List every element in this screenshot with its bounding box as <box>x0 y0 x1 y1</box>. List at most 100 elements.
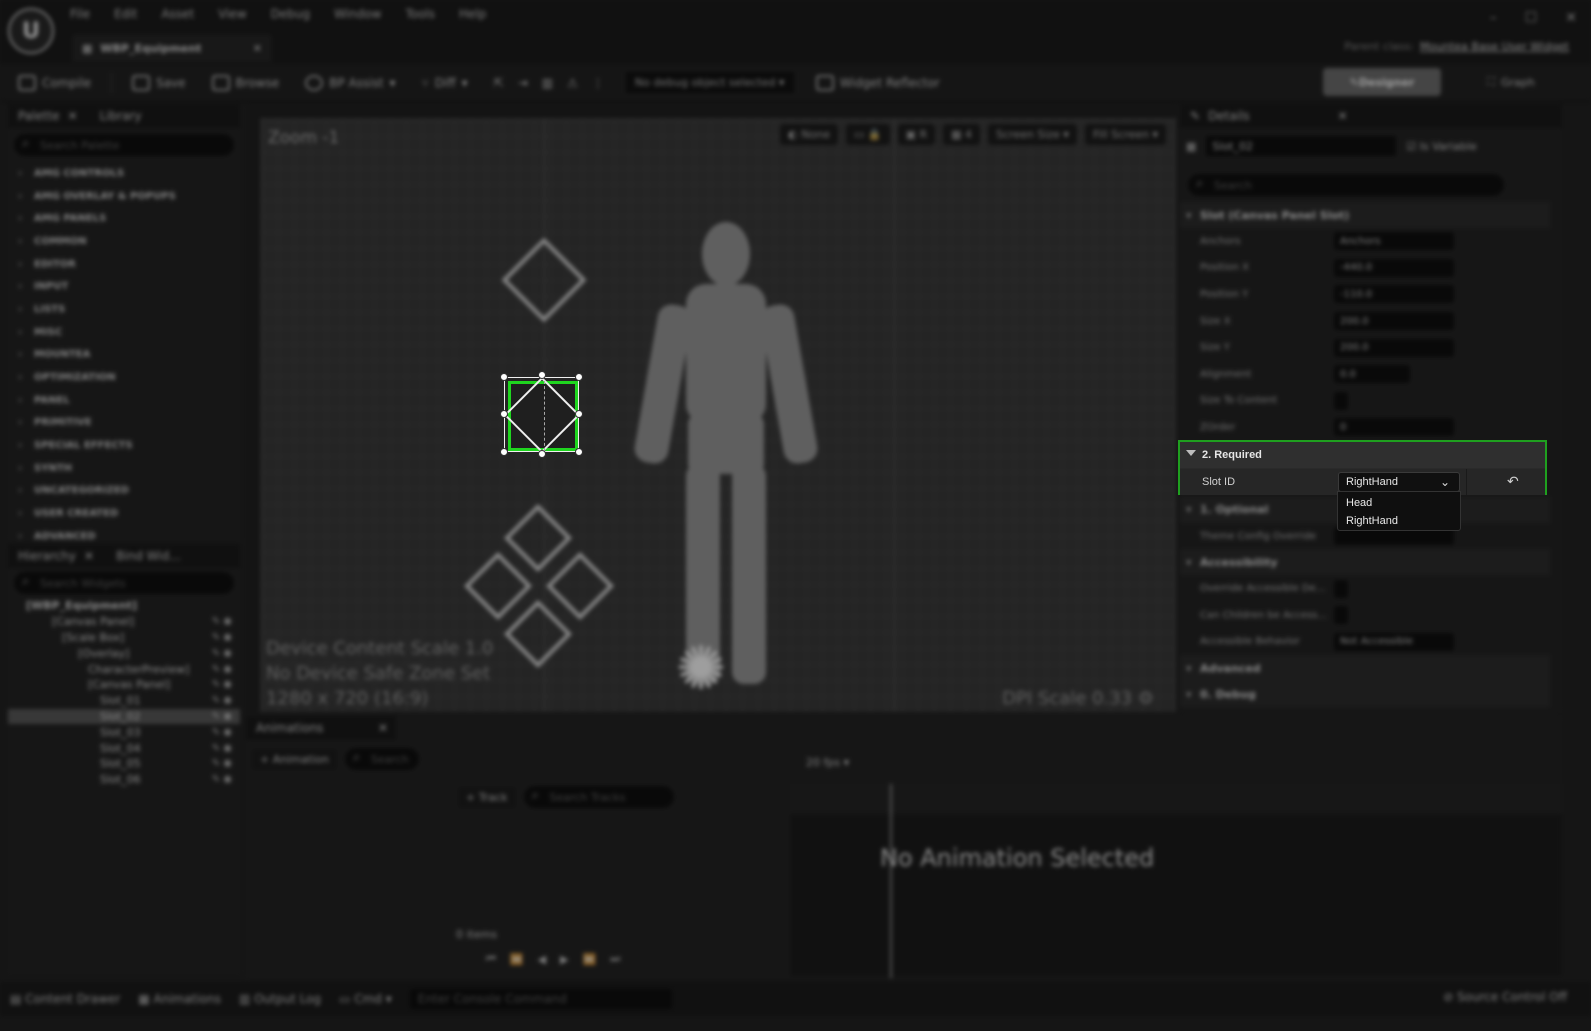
palette-category[interactable]: PRIMITIVE <box>8 412 230 435</box>
tree-item[interactable]: [WBP_Equipment] <box>8 598 240 614</box>
menu-view[interactable]: View <box>218 7 262 21</box>
close-tab-icon[interactable]: ✕ <box>253 42 262 55</box>
resize-handle[interactable] <box>575 448 583 456</box>
save-button[interactable]: Save <box>126 71 191 95</box>
output-log-button[interactable]: ▥ Output Log <box>239 992 321 1006</box>
prop-value[interactable]: 0 <box>1334 418 1454 437</box>
reset-to-default-icon[interactable]: ↶ <box>1507 474 1519 490</box>
cmd-select[interactable]: ▭ Cmd ▾ <box>339 992 392 1006</box>
animation-search-input[interactable]: Search <box>344 748 419 770</box>
prop-value[interactable]: Not Accessible <box>1334 632 1454 651</box>
prop-checkbox[interactable] <box>1334 391 1348 410</box>
content-drawer-button[interactable]: ▤ Content Drawer <box>10 992 120 1006</box>
tree-item[interactable]: Slot_03 ✎ ◉ <box>8 724 240 740</box>
play-icon[interactable]: ▶ <box>560 953 568 966</box>
tab-library[interactable]: Library <box>100 109 142 123</box>
palette-search-input[interactable]: Search Palette <box>14 134 234 156</box>
dropdown-option-head[interactable]: Head <box>1338 494 1460 512</box>
reverse-play-icon[interactable]: ◀ <box>538 953 546 966</box>
timeline-ruler[interactable] <box>790 784 1562 814</box>
palette-category[interactable]: MOUNTEA <box>8 344 230 367</box>
menu-debug[interactable]: Debug <box>271 7 326 21</box>
tab-palette[interactable]: Palette <box>18 109 60 123</box>
widget-name-field[interactable]: Slot_02 <box>1206 136 1397 156</box>
step-forward-icon[interactable]: ⏩ <box>583 953 597 966</box>
palette-category[interactable]: PANEL <box>8 389 230 412</box>
tree-item[interactable]: Slot_05 ✎ ◉ <box>8 756 240 772</box>
browse-button[interactable]: Browse <box>206 71 286 95</box>
palette-category[interactable]: COMMON <box>8 230 230 253</box>
track-search-input[interactable]: Search Tracks <box>523 786 674 808</box>
palette-category[interactable]: SYNTH <box>8 457 230 480</box>
animations-drawer-button[interactable]: ▦ Animations <box>138 992 221 1006</box>
palette-category[interactable]: EDITOR <box>8 253 230 276</box>
close-icon[interactable]: ✕ <box>68 109 78 123</box>
visibility-icon[interactable]: ✎ ◉ <box>212 695 232 706</box>
screen-icon[interactable]: ▣ R <box>897 124 936 145</box>
diff-button[interactable]: ⑂ Diff ▾ <box>416 72 474 94</box>
debug-object-select[interactable]: No debug object selected ▾ <box>623 70 796 95</box>
tree-item[interactable]: [Canvas Panel] ✎ ◉ <box>8 677 240 693</box>
grid-snap[interactable]: ▦ 4 <box>943 124 981 145</box>
tree-item[interactable]: Slot_06 ✎ ◉ <box>8 772 240 788</box>
prop-value[interactable]: 200.0 <box>1334 338 1454 357</box>
widget-reflector-button[interactable]: Widget Reflector <box>810 71 946 95</box>
palette-category[interactable]: AMG PANELS <box>8 207 230 230</box>
prop-checkbox[interactable] <box>1334 606 1348 625</box>
palette-category[interactable]: UNCATEGORIZED <box>8 480 230 503</box>
menu-asset[interactable]: Asset <box>161 7 210 21</box>
resize-handle[interactable] <box>538 450 546 458</box>
visibility-icon[interactable]: ✎ ◉ <box>212 664 232 675</box>
add-track-button[interactable]: + Track <box>458 786 516 808</box>
visibility-icon[interactable]: ✎ ◉ <box>212 774 232 785</box>
required-section-header[interactable]: 2. Required <box>1180 442 1545 468</box>
tree-item[interactable]: Slot_04 ✎ ◉ <box>8 740 240 756</box>
minimize-icon[interactable]: – <box>1490 10 1497 26</box>
step-icon[interactable]: ⇥ <box>518 76 528 90</box>
close-icon[interactable]: ✕ <box>1338 109 1348 123</box>
console-command-input[interactable]: Enter Console Command <box>409 989 672 1009</box>
slot-id-select[interactable]: RightHand ⌄ <box>1338 472 1460 492</box>
resize-handle[interactable] <box>500 448 508 456</box>
palette-category[interactable]: OPTIMIZATION <box>8 366 230 389</box>
tab-bind-widgets[interactable]: Bind Wid... <box>116 549 181 563</box>
prop-value[interactable]: 0.0 <box>1334 365 1410 384</box>
none-toggle[interactable]: ◐ None <box>780 124 838 145</box>
maximize-icon[interactable]: ☐ <box>1525 10 1538 26</box>
prev-key-icon[interactable]: ⏮ <box>486 952 496 966</box>
resize-handle[interactable] <box>575 410 583 418</box>
slot-section-header[interactable]: Slot (Canvas Panel Slot) <box>1180 202 1550 228</box>
step-back-icon[interactable]: ⏪ <box>510 953 524 966</box>
tab-hierarchy[interactable]: Hierarchy <box>18 549 76 563</box>
screen-size-select[interactable]: Screen Size ▾ <box>988 124 1077 145</box>
visibility-icon[interactable]: ✎ ◉ <box>212 727 232 738</box>
prop-value[interactable]: -110.0 <box>1334 285 1454 304</box>
menu-tools[interactable]: Tools <box>405 7 451 21</box>
menu-window[interactable]: Window <box>334 7 397 21</box>
palette-category[interactable]: LISTS <box>8 298 230 321</box>
menu-file[interactable]: File <box>70 7 106 21</box>
visibility-icon[interactable]: ✎ ◉ <box>212 758 232 769</box>
accessibility-section-header[interactable]: Accessibility <box>1180 549 1550 576</box>
tree-item[interactable]: [Canvas Panel] ✎ ◉ <box>8 614 240 630</box>
menu-help[interactable]: Help <box>459 7 502 21</box>
tree-item[interactable]: [Overlay] ✎ ◉ <box>8 645 240 661</box>
palette-category[interactable]: AMG OVERLAY & POPUPS <box>8 185 230 208</box>
document-tab[interactable]: ▦ WBP_Equipment ✕ <box>72 34 272 62</box>
playhead[interactable] <box>890 784 892 978</box>
frame-icon[interactable]: ▥ <box>542 76 553 90</box>
designer-viewport[interactable]: Zoom -1 ◐ None ▭ 🔒 ▣ R ▦ 4 Screen Size ▾… <box>246 104 1176 712</box>
cursor-icon[interactable]: ⇱ <box>494 76 504 90</box>
more-icon[interactable]: ⋮ <box>592 76 604 90</box>
dpi-scale-text[interactable]: DPI Scale 0.33 ⚙ <box>1002 688 1154 709</box>
parent-class-link[interactable]: Mountea Base User Widget <box>1420 40 1569 53</box>
visibility-icon[interactable]: ✎ ◉ <box>212 632 232 643</box>
details-search-input[interactable]: Search <box>1188 174 1504 196</box>
menu-edit[interactable]: Edit <box>114 7 153 21</box>
tab-animations[interactable]: Animations <box>256 721 323 735</box>
close-icon[interactable]: ✕ <box>1565 10 1577 26</box>
add-animation-button[interactable]: + Animation <box>252 748 337 770</box>
palette-category[interactable]: SPECIAL EFFECTS <box>8 434 230 457</box>
hierarchy-search-input[interactable]: Search Widgets <box>14 572 234 594</box>
visibility-icon[interactable]: ✎ ◉ <box>212 711 232 722</box>
